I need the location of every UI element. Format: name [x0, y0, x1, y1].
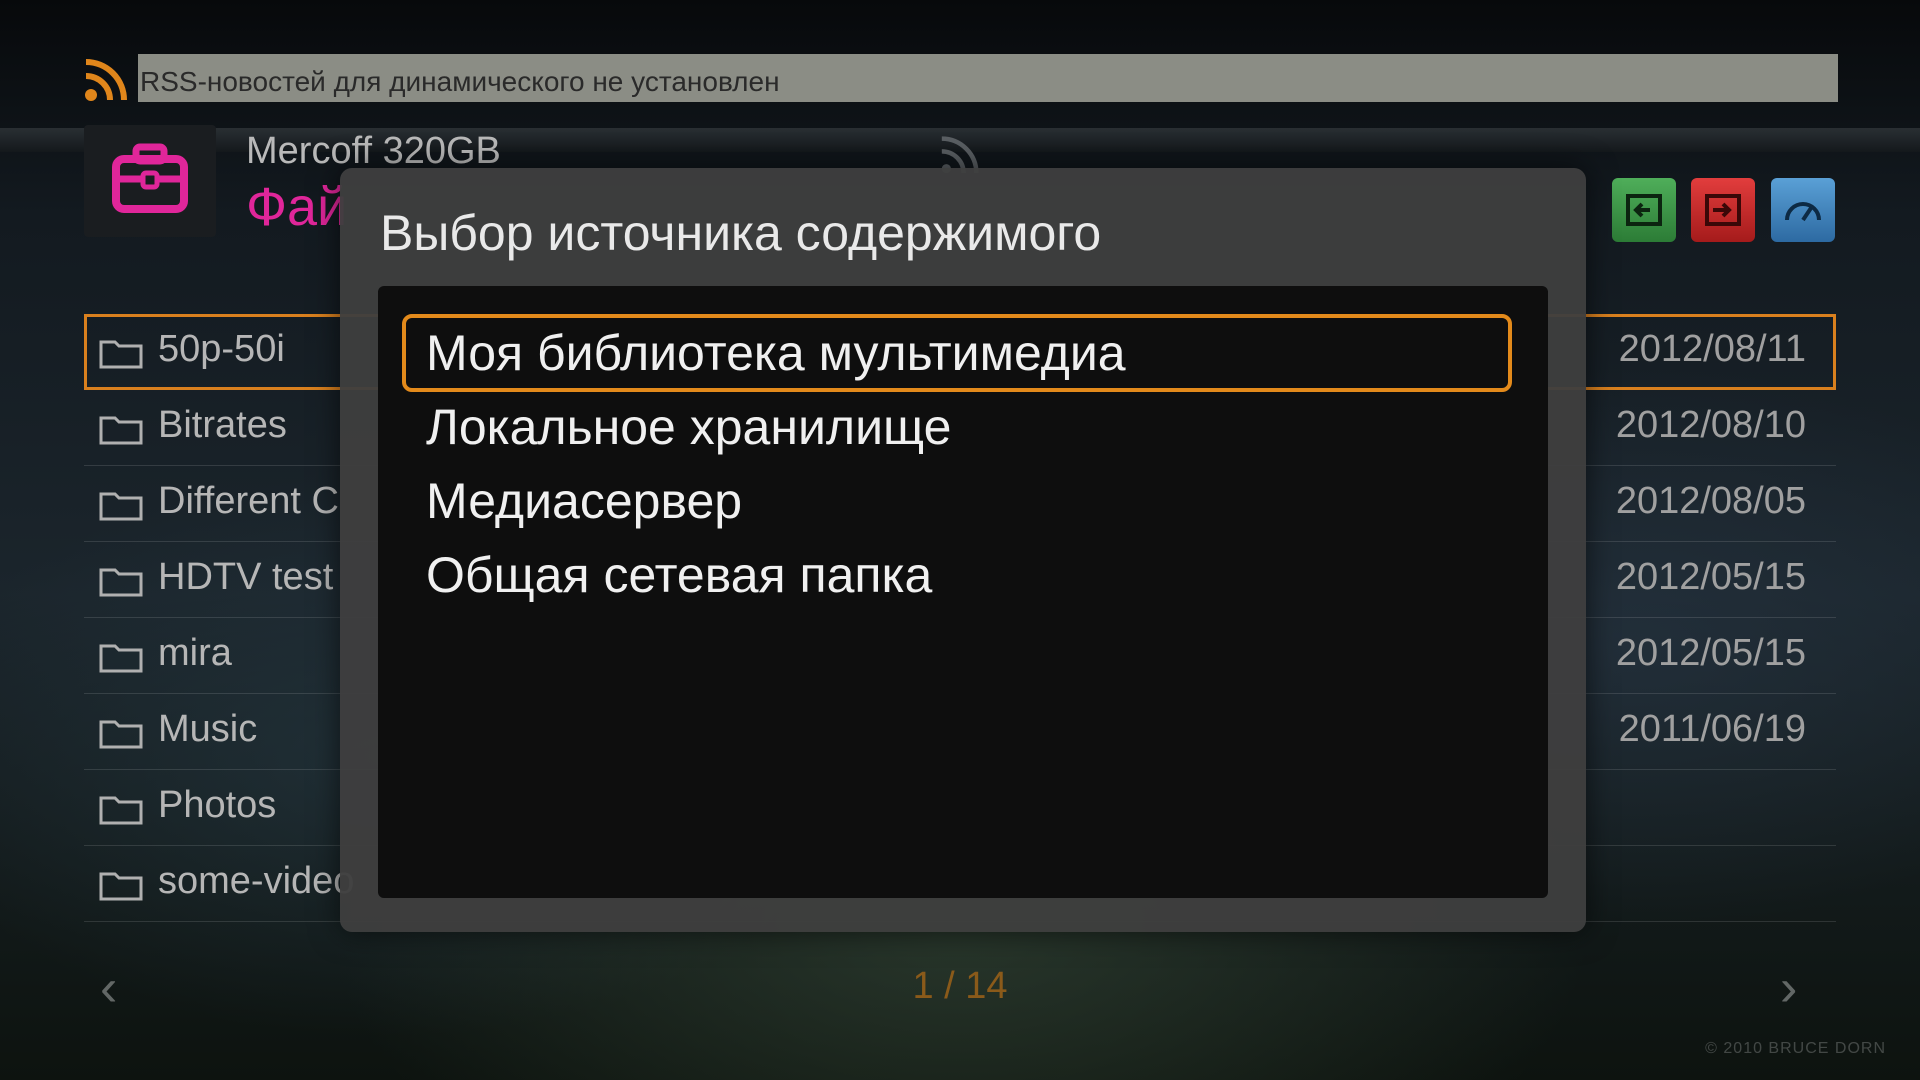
rss-icon	[85, 59, 127, 101]
option-media-library[interactable]: Моя библиотека мультимедиа	[402, 314, 1512, 392]
folder-icon	[99, 796, 143, 825]
folder-icon	[99, 644, 143, 673]
item-name: Bitrates	[158, 404, 287, 446]
dialog-title: Выбор источника содержимого	[380, 205, 1102, 261]
source-options-list: Моя библиотека мультимедиа Локальное хра…	[378, 286, 1548, 898]
rss-bar: RSS-новостей для динамического не устано…	[84, 54, 1839, 102]
item-date: 2012/08/11	[1618, 328, 1806, 370]
copyright-watermark: © 2010 BRUCE DORN	[1705, 1040, 1886, 1057]
item-date: 2012/05/15	[1615, 632, 1806, 674]
green-button[interactable]	[1612, 178, 1676, 242]
exit-icon	[1705, 194, 1741, 226]
item-date: 2012/08/10	[1615, 404, 1806, 446]
option-media-server[interactable]: Медиасервер	[402, 462, 1512, 540]
item-name: mira	[158, 632, 232, 674]
content-source-dialog: Выбор источника содержимого Моя библиоте…	[340, 168, 1586, 932]
page-indicator: 1 / 14	[912, 965, 1008, 1007]
speedometer-icon	[1785, 202, 1821, 222]
item-name: HDTV test	[158, 556, 334, 598]
item-date: 2012/08/05	[1615, 480, 1806, 522]
red-button[interactable]	[1691, 178, 1755, 242]
folder-icon	[99, 568, 143, 597]
rss-ticker: RSS-новостей для динамического не устано…	[138, 54, 1838, 102]
item-date: 2012/05/15	[1615, 556, 1806, 598]
item-name: Music	[158, 708, 258, 750]
section-title: Фай	[246, 177, 348, 237]
option-network-share[interactable]: Общая сетевая папка	[402, 536, 1512, 614]
tool-tile	[84, 125, 216, 237]
folder-icon	[99, 340, 143, 369]
folder-icon	[99, 720, 143, 749]
toolbox-icon	[112, 143, 188, 213]
folder-icon	[99, 492, 143, 521]
item-name: some-video	[158, 860, 355, 902]
item-name: 50p-50i	[158, 328, 285, 370]
option-local-storage[interactable]: Локальное хранилище	[402, 388, 1512, 466]
input-icon	[1626, 194, 1662, 226]
folder-icon	[99, 416, 143, 445]
item-name: Different C	[158, 480, 339, 522]
blue-button[interactable]	[1771, 178, 1835, 242]
folder-icon	[99, 872, 143, 901]
device-name: Mercoff 320GB	[246, 130, 501, 172]
item-date: 2011/06/19	[1618, 708, 1806, 750]
item-name: Photos	[158, 784, 277, 826]
